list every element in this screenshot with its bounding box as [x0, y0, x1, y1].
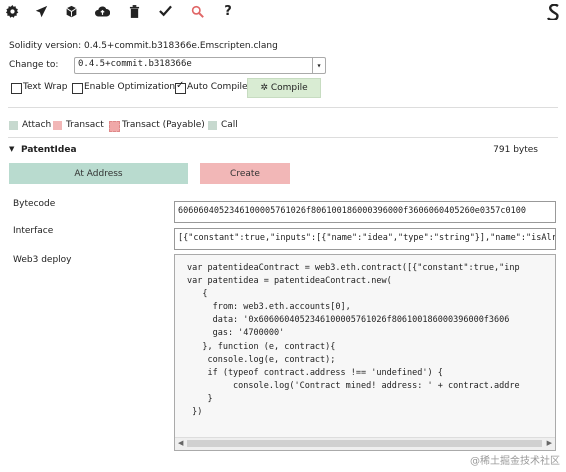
web3-deploy-label: Web3 deploy	[13, 255, 72, 265]
scrollbar-thumb[interactable]	[187, 440, 542, 447]
text-wrap-label: Text Wrap	[23, 82, 68, 92]
toolbar: ?	[0, 0, 566, 26]
call-swatch	[208, 121, 217, 130]
bytecode-value: 6060604052346100005761026f80610018600039…	[178, 206, 526, 216]
web3-deploy-textarea[interactable]: var patentideaContract = web3.eth.contra…	[174, 254, 556, 451]
solidity-version-label: Solidity version:	[9, 41, 82, 51]
bytecode-field[interactable]: 6060604052346100005761026f80610018600039…	[174, 201, 556, 223]
chevron-down-icon: ▾	[312, 58, 325, 73]
scroll-right-icon[interactable]: ▶	[547, 439, 552, 447]
search-icon[interactable]	[189, 3, 205, 19]
call-legend-label: Call	[221, 120, 238, 130]
change-to-label: Change to:	[9, 60, 59, 70]
scroll-left-icon[interactable]: ◀	[178, 439, 183, 447]
gear-icon[interactable]	[4, 3, 20, 19]
transact-payable-legend-label: Transact (Payable)	[122, 120, 205, 130]
transact-swatch	[53, 121, 62, 130]
solidity-version-value: 0.4.5+commit.b318366e.Emscripten.clang	[84, 41, 278, 51]
send-icon[interactable]	[33, 3, 49, 19]
compile-button[interactable]: ✲ Compile	[247, 78, 321, 98]
interface-value: [{"constant":true,"inputs":[{"name":"ide…	[178, 233, 556, 243]
horizontal-scrollbar[interactable]: ◀ ▶	[175, 437, 555, 450]
interface-field[interactable]: [{"constant":true,"inputs":[{"name":"ide…	[174, 228, 556, 250]
transact-legend-label: Transact	[66, 120, 104, 130]
transact-payable-swatch	[109, 121, 120, 132]
divider	[8, 107, 558, 108]
contract-size: 791 bytes	[493, 145, 538, 155]
auto-compile-label: Auto Compile	[187, 82, 248, 92]
web3-deploy-code: var patentideaContract = web3.eth.contra…	[187, 263, 520, 418]
bytecode-label: Bytecode	[13, 199, 56, 209]
enable-optimization-checkbox[interactable]	[72, 83, 83, 94]
cube-icon[interactable]	[63, 3, 79, 19]
watermark: @稀土掘金技术社区	[470, 456, 560, 467]
cloud-upload-icon[interactable]	[94, 3, 110, 19]
text-wrap-checkbox[interactable]	[11, 83, 22, 94]
create-button[interactable]: Create	[200, 163, 290, 184]
compile-button-label: Compile	[270, 83, 308, 93]
compiler-version-select[interactable]: 0.4.5+commit.b318366e ▾	[74, 57, 326, 74]
at-address-button[interactable]: At Address	[9, 163, 188, 184]
remix-logo-icon	[546, 4, 562, 20]
trash-icon[interactable]	[126, 3, 142, 19]
auto-compile-checkbox[interactable]	[175, 80, 186, 94]
collapse-triangle-icon[interactable]: ▼	[9, 145, 14, 153]
interface-label: Interface	[13, 226, 54, 236]
solidity-version: Solidity version: 0.4.5+commit.b318366e.…	[9, 41, 278, 51]
compiler-version-select-value: 0.4.5+commit.b318366e	[78, 59, 192, 69]
enable-optimization-label: Enable Optimization	[84, 82, 176, 92]
gear-icon: ✲	[260, 83, 268, 93]
contract-name: PatentIdea	[21, 145, 77, 155]
check-icon[interactable]	[157, 3, 173, 19]
attach-legend-label: Attach	[22, 120, 52, 130]
divider	[8, 137, 558, 138]
help-icon[interactable]: ?	[220, 3, 236, 19]
attach-swatch	[9, 121, 18, 130]
